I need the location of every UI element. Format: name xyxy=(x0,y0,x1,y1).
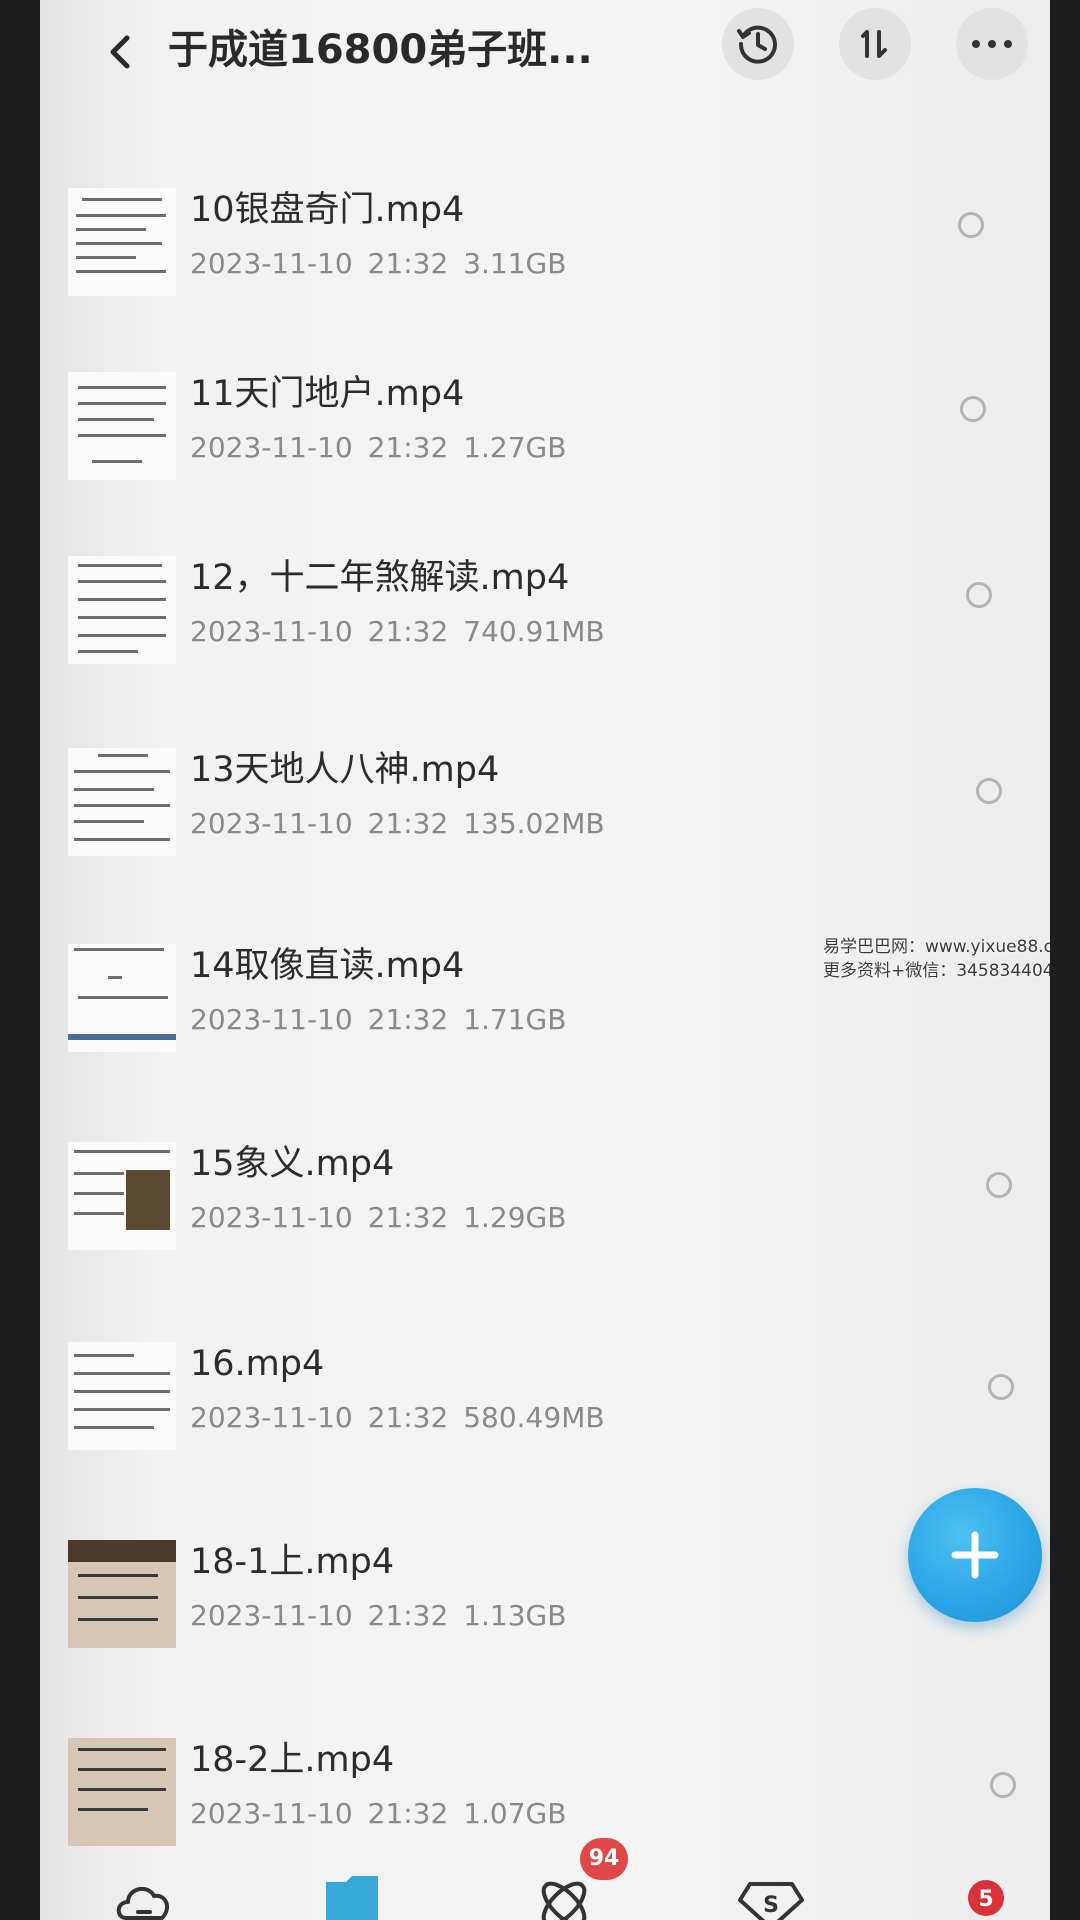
file-thumbnail xyxy=(68,1142,176,1250)
file-name: 14取像直读.mp4 xyxy=(190,946,465,986)
file-meta: 2023-11-10 21:32 1.29GB xyxy=(190,1201,567,1234)
watermark: 易学巴巴网：www.yixue88.cn 更多资料+微信：3458344044 xyxy=(823,935,1050,983)
watermark-line: 更多资料+微信：3458344044 xyxy=(823,961,1050,981)
select-radio[interactable] xyxy=(990,1772,1016,1798)
watermark-line: 易学巴巴网：www.yixue88.cn xyxy=(823,937,1050,957)
file-meta: 2023-11-10 21:32 135.02MB xyxy=(190,807,605,840)
file-thumbnail xyxy=(68,556,176,664)
file-thumbnail xyxy=(68,748,176,856)
more-button[interactable] xyxy=(956,8,1028,80)
nav-files[interactable] xyxy=(320,1872,390,1920)
file-thumbnail xyxy=(68,1738,176,1846)
select-radio[interactable] xyxy=(976,778,1002,804)
file-row[interactable]: 15象义.mp4 2023-11-10 21:32 1.29GB xyxy=(40,1142,1050,1312)
plus-icon xyxy=(951,1531,999,1579)
add-button[interactable] xyxy=(908,1488,1042,1622)
file-meta: 2023-11-10 21:32 580.49MB xyxy=(190,1401,605,1434)
file-name: 16.mp4 xyxy=(190,1344,325,1384)
select-radio[interactable] xyxy=(988,1374,1014,1400)
nav-share[interactable] xyxy=(532,1872,602,1920)
cloud-icon xyxy=(116,1886,170,1920)
select-radio[interactable] xyxy=(958,212,984,238)
bottom-nav: S 5 xyxy=(40,1860,1050,1920)
file-meta: 2023-11-10 21:32 1.13GB xyxy=(190,1599,567,1632)
file-name: 10银盘奇门.mp4 xyxy=(190,190,465,230)
select-radio[interactable] xyxy=(960,396,986,422)
file-meta: 2023-11-10 21:32 1.71GB xyxy=(190,1003,567,1036)
header: 于成道16800弟子班... xyxy=(40,0,1050,120)
svg-text:S: S xyxy=(763,1893,779,1918)
file-thumbnail xyxy=(68,1342,176,1450)
vip-diamond-icon: S xyxy=(738,1882,804,1920)
file-row[interactable]: 10银盘奇门.mp4 2023-11-10 21:32 3.11GB xyxy=(40,188,1050,358)
screen: 于成道16800弟子班... 10银盘奇门.mp4 2023-11-10 21:… xyxy=(40,0,1050,1920)
select-radio[interactable] xyxy=(986,1172,1012,1198)
file-name: 11天门地户.mp4 xyxy=(190,374,465,414)
more-horizontal-icon xyxy=(972,40,1012,48)
page-title: 于成道16800弟子班... xyxy=(168,27,593,73)
nav-profile[interactable]: 5 xyxy=(958,1872,1028,1920)
file-thumbnail xyxy=(68,944,176,1052)
file-meta: 2023-11-10 21:32 1.27GB xyxy=(190,431,567,464)
chevron-left-icon xyxy=(110,35,130,69)
file-thumbnail xyxy=(68,188,176,296)
svg-text:5: 5 xyxy=(978,1887,993,1912)
file-row[interactable]: 16.mp4 2023-11-10 21:32 580.49MB xyxy=(40,1342,1050,1512)
file-thumbnail xyxy=(68,372,176,480)
profile-logo-icon: 5 xyxy=(968,1880,1004,1916)
nav-vip[interactable]: S xyxy=(736,1872,806,1920)
select-radio[interactable] xyxy=(966,582,992,608)
file-name: 12，十二年煞解读.mp4 xyxy=(190,558,570,598)
file-name: 15象义.mp4 xyxy=(190,1144,395,1184)
file-meta: 2023-11-10 21:32 3.11GB xyxy=(190,247,567,280)
clock-icon xyxy=(737,25,777,64)
file-thumbnail xyxy=(68,1540,176,1648)
file-name: 13天地人八神.mp4 xyxy=(190,750,500,790)
file-meta: 2023-11-10 21:32 1.07GB xyxy=(190,1797,567,1830)
file-name: 18-2上.mp4 xyxy=(190,1740,395,1780)
file-name: 18-1上.mp4 xyxy=(190,1542,395,1582)
file-row[interactable]: 18-1上.mp4 2023-11-10 21:32 1.13GB xyxy=(40,1540,1050,1710)
sort-button[interactable] xyxy=(839,8,911,80)
folder-icon xyxy=(326,1876,378,1920)
file-row[interactable]: 13天地人八神.mp4 2023-11-10 21:32 135.02MB xyxy=(40,748,1050,918)
file-meta: 2023-11-10 21:32 740.91MB xyxy=(190,615,605,648)
history-button[interactable] xyxy=(722,8,794,80)
file-row[interactable]: 11天门地户.mp4 2023-11-10 21:32 1.27GB xyxy=(40,372,1050,542)
file-row[interactable]: 12，十二年煞解读.mp4 2023-11-10 21:32 740.91MB xyxy=(40,556,1050,726)
notification-badge: 94 xyxy=(580,1838,628,1880)
atom-icon xyxy=(541,1881,587,1920)
sort-icon xyxy=(861,30,887,58)
back-button[interactable] xyxy=(90,22,150,82)
nav-home[interactable] xyxy=(112,1872,182,1920)
